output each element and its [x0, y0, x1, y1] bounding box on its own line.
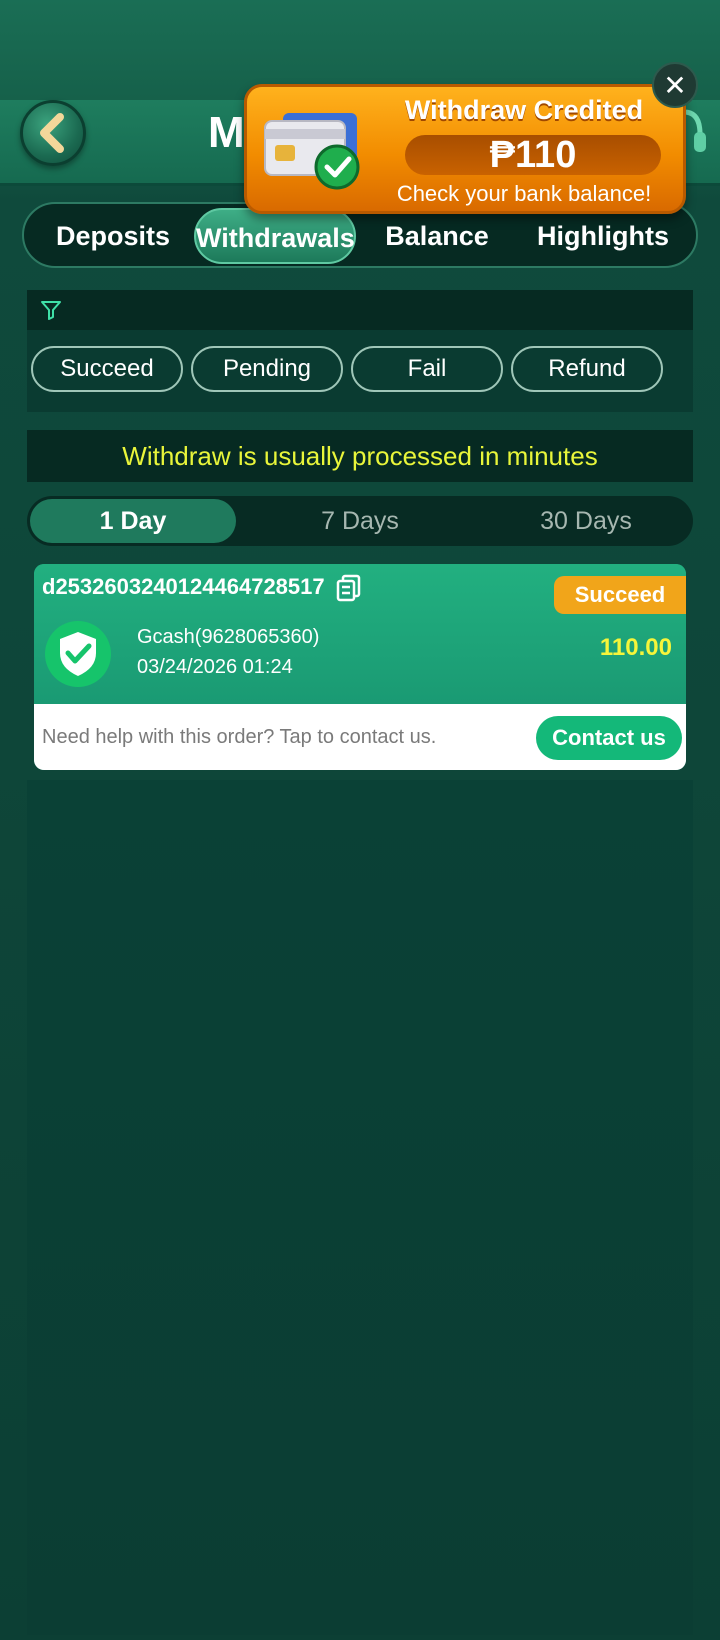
- filter-bar[interactable]: [27, 290, 693, 330]
- status-badge: Succeed: [554, 576, 686, 614]
- tab-highlights[interactable]: Highlights: [518, 208, 688, 264]
- withdrawal-record-card: d2532603240124464728517 Succeed Gcash(96…: [34, 564, 686, 770]
- range-1-day[interactable]: 1 Day: [30, 499, 236, 543]
- filter-icon[interactable]: [39, 298, 63, 322]
- withdraw-credited-toast[interactable]: Withdraw Credited ₱110 Check your bank b…: [244, 84, 686, 214]
- toast-subtitle: Check your bank balance!: [396, 181, 652, 206]
- contact-us-button[interactable]: Contact us: [536, 716, 682, 760]
- record-summary: d2532603240124464728517 Succeed Gcash(96…: [34, 564, 686, 704]
- range-7-days[interactable]: 7 Days: [257, 499, 463, 543]
- bank-card-check-icon: [264, 113, 360, 190]
- help-text: Need help with this order? Tap to contac…: [42, 726, 437, 748]
- tab-balance[interactable]: Balance: [362, 208, 512, 264]
- toast-title: Withdraw Credited: [404, 95, 644, 125]
- record-list-area: [27, 780, 693, 1635]
- help-row: Need help with this order? Tap to contac…: [34, 704, 686, 770]
- date-range-selector: 1 Day 7 Days 30 Days: [27, 496, 693, 546]
- filter-chip-fail[interactable]: Fail: [351, 346, 503, 392]
- shield-check-icon: [45, 621, 111, 687]
- record-amount: 110.00: [599, 634, 672, 661]
- payout-account: Gcash(9628065360): [137, 626, 320, 648]
- tab-withdrawals[interactable]: Withdrawals: [194, 208, 356, 264]
- back-button[interactable]: [20, 100, 86, 166]
- close-icon[interactable]: ✕: [652, 62, 698, 108]
- filter-panel: Succeed Pending Fail Refund: [27, 290, 693, 412]
- filter-chip-refund[interactable]: Refund: [511, 346, 663, 392]
- filter-chip-succeed[interactable]: Succeed: [31, 346, 183, 392]
- filter-chip-pending[interactable]: Pending: [191, 346, 343, 392]
- processing-notice: Withdraw is usually processed in minutes: [27, 430, 693, 482]
- toast-amount: ₱110: [405, 135, 661, 175]
- tab-deposits[interactable]: Deposits: [38, 208, 188, 264]
- copy-icon[interactable]: [336, 574, 362, 602]
- order-id: d2532603240124464728517: [42, 574, 325, 599]
- chevron-left-icon: [40, 113, 64, 153]
- record-datetime: 03/24/2026 01:24: [137, 656, 293, 678]
- range-30-days[interactable]: 30 Days: [483, 499, 689, 543]
